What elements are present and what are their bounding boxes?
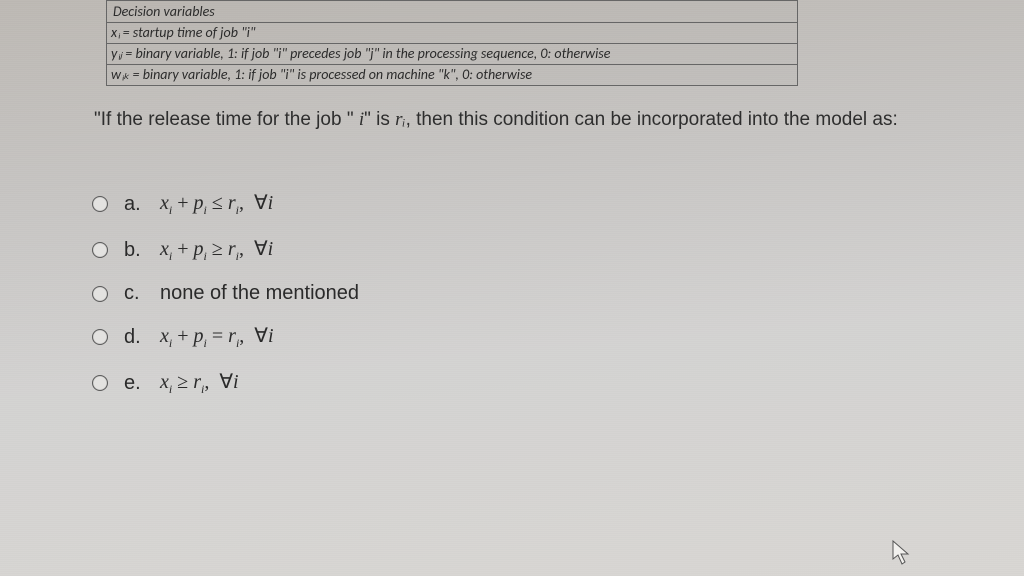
radio-icon[interactable] bbox=[92, 286, 108, 302]
option-letter: e. bbox=[124, 372, 144, 395]
decision-variables-box: Decision variables xᵢ = startup time of … bbox=[106, 0, 798, 86]
option-b[interactable]: b. xi + pi ≥ ri, ∀i bbox=[92, 236, 986, 264]
option-text: xi + pi ≥ ri, ∀i bbox=[160, 236, 273, 264]
question-part: , then this condition can be incorporate… bbox=[406, 109, 898, 130]
option-text: xi + pi ≤ ri, ∀i bbox=[160, 190, 273, 218]
option-c[interactable]: c. none of the mentioned bbox=[92, 282, 986, 305]
option-e[interactable]: e. xi ≥ ri, ∀i bbox=[92, 369, 986, 397]
option-text: none of the mentioned bbox=[160, 282, 359, 305]
option-d[interactable]: d. xi + pi = ri, ∀i bbox=[92, 323, 986, 351]
question-rvar: rᵢ bbox=[395, 109, 405, 130]
question-text: "If the release time for the job " i" is… bbox=[86, 106, 986, 134]
option-letter: a. bbox=[124, 193, 144, 216]
option-letter: b. bbox=[124, 239, 144, 262]
option-text: xi ≥ ri, ∀i bbox=[160, 369, 239, 397]
radio-icon[interactable] bbox=[92, 375, 108, 391]
cursor-icon bbox=[892, 540, 912, 566]
options-list: a. xi + pi ≤ ri, ∀i b. xi + pi ≥ ri, ∀i … bbox=[86, 190, 986, 397]
question-part: "If the release time for the job " bbox=[94, 109, 359, 130]
question-part: " is bbox=[364, 109, 395, 130]
radio-icon[interactable] bbox=[92, 329, 108, 345]
box-header: Decision variables bbox=[107, 1, 797, 23]
option-letter: d. bbox=[124, 326, 144, 349]
box-row: wᵢₖ = binary variable, 1: if job "i" is … bbox=[107, 65, 797, 85]
radio-icon[interactable] bbox=[92, 242, 108, 258]
radio-icon[interactable] bbox=[92, 196, 108, 212]
option-text: xi + pi = ri, ∀i bbox=[160, 323, 274, 351]
option-a[interactable]: a. xi + pi ≤ ri, ∀i bbox=[92, 190, 986, 218]
box-row: yᵢⱼ = binary variable, 1: if job "i" pre… bbox=[107, 44, 797, 65]
option-letter: c. bbox=[124, 282, 144, 305]
box-row: xᵢ = startup time of job "i" bbox=[107, 23, 797, 44]
